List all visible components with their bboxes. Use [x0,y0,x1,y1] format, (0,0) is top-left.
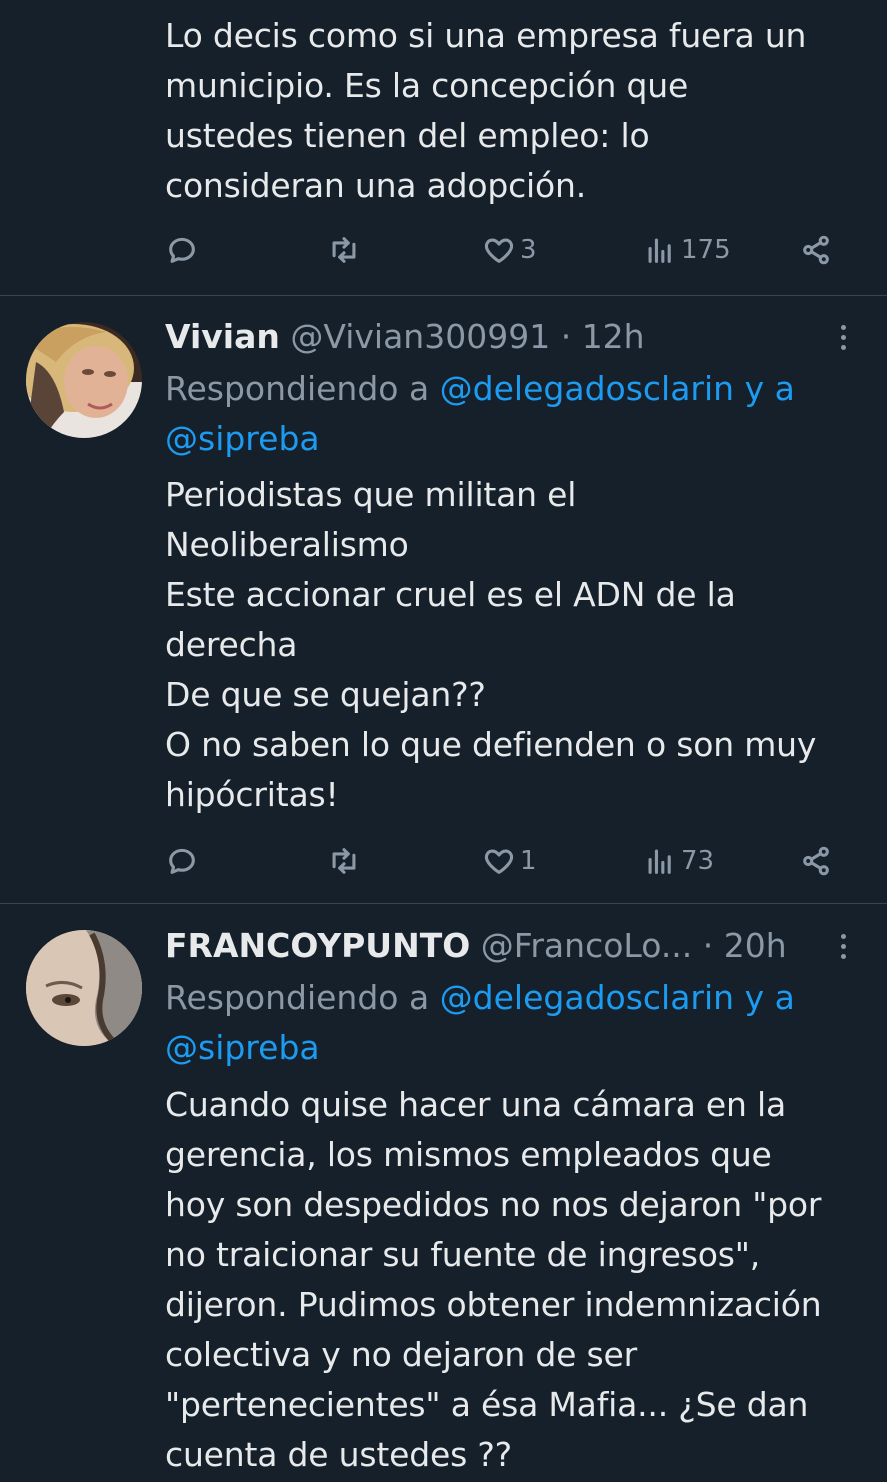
replying-prefix: Respondiendo a [165,978,440,1017]
replying-mention[interactable]: @delegadosclarin y a [440,978,795,1017]
like-button[interactable]: 1 [482,841,537,881]
tweet-2[interactable]: Vivian @Vivian300991 · 12h Respondiendo … [0,296,887,903]
views-icon [648,238,671,263]
heart-icon [484,849,514,874]
tweet-actions: 1 73 [165,841,845,881]
share-button[interactable] [799,230,833,270]
views-count: 175 [681,235,731,265]
views-icon [648,849,671,874]
replying-to: Respondiendo a @delegadosclarin y a @sip… [165,364,865,464]
tweet-1[interactable]: Lo decis como si una empresa fuera un mu… [0,0,887,295]
reply-icon [169,848,195,874]
replying-prefix: Respondiendo a [165,369,440,408]
reply-button[interactable] [165,230,199,270]
tweet-text: Cuando quise hacer una cámara en la gere… [165,1085,822,1474]
replying-to: Respondiendo a @delegadosclarin y a @sip… [165,973,865,1073]
views-button[interactable]: 73 [643,841,714,881]
retweet-icon [332,848,356,874]
user-handle[interactable]: @Vivian300991 [290,317,550,356]
avatar[interactable] [26,930,142,1046]
tweet-header: FRANCOYPUNTO @FrancoLo... · 20h [165,921,787,971]
replying-mention[interactable]: @sipreba [165,419,320,458]
tweet-header: Vivian @Vivian300991 · 12h [165,312,645,362]
tweet-3[interactable]: FRANCOYPUNTO @FrancoLo... · 20h Respondi… [0,904,887,1482]
replying-mention[interactable]: @sipreba [165,1028,320,1067]
more-icon [840,324,846,330]
more-options-button[interactable] [830,926,856,966]
retweet-icon [332,237,356,263]
retweet-button[interactable] [327,230,361,270]
reply-icon [169,237,195,263]
replying-mention[interactable]: @delegadosclarin y a [440,369,795,408]
timestamp[interactable]: 20h [724,926,787,965]
tweet-text: Lo decis como si una empresa fuera un mu… [165,16,807,205]
like-button[interactable]: 3 [482,230,537,270]
tweet-actions: 3 175 [165,230,845,270]
share-icon [803,235,829,265]
share-icon [803,846,829,876]
timestamp[interactable]: 12h [582,317,645,356]
separator-dot: · [702,926,714,965]
avatar[interactable] [26,322,142,438]
display-name[interactable]: FRANCOYPUNTO [165,926,470,965]
more-icon [840,933,846,939]
more-options-button[interactable] [830,317,856,357]
share-button[interactable] [799,841,833,881]
tweet-text: Periodistas que militan el Neoliberalism… [165,475,817,814]
reply-button[interactable] [165,841,199,881]
display-name[interactable]: Vivian [165,317,280,356]
like-count: 1 [520,846,537,876]
views-button[interactable]: 175 [643,230,731,270]
user-handle[interactable]: @FrancoLo... [481,926,693,965]
retweet-button[interactable] [327,841,361,881]
like-count: 3 [520,235,537,265]
views-count: 73 [681,846,715,876]
heart-icon [484,238,514,263]
separator-dot: · [560,317,572,356]
